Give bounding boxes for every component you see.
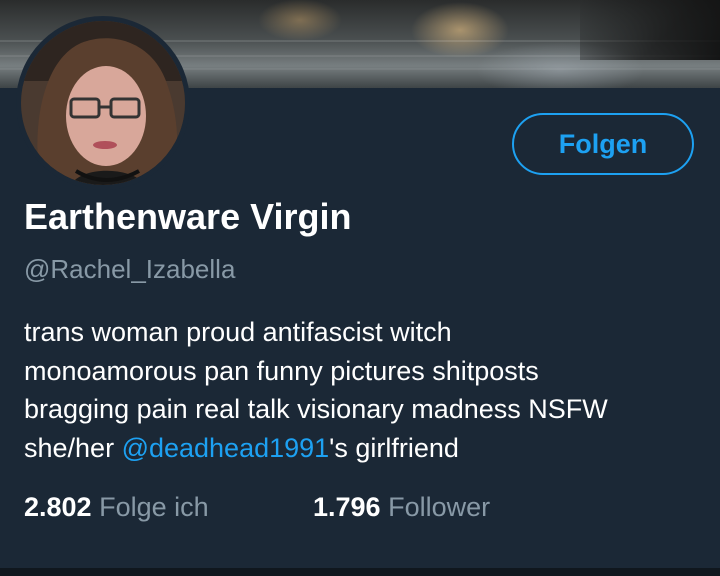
mention-link[interactable]: @deadhead1991 (122, 433, 330, 463)
profile-bio: trans woman proud antifascist witch mono… (24, 313, 704, 467)
avatar-border (16, 16, 190, 190)
avatar[interactable] (21, 21, 185, 185)
bio-line: bragging pain real talk visionary madnes… (24, 394, 608, 424)
following-label: Folge ich (99, 492, 209, 522)
bio-line: trans woman proud antifascist witch (24, 317, 452, 347)
username-handle: @Rachel_Izabella (24, 254, 236, 284)
following-count: 2.802 (24, 492, 92, 522)
bio-text: 's girlfriend (329, 432, 459, 463)
bio-line: she/her @deadhead1991's girlfriend (24, 429, 704, 468)
display-name: Earthenware Virgin (24, 196, 352, 237)
follow-button[interactable]: Folgen (512, 113, 694, 175)
bio-line: monoamorous pan funny pictures shitposts (24, 355, 539, 386)
followers-count: 1.796 (313, 492, 381, 522)
following-link[interactable]: 2.802 Folge ich (24, 492, 209, 523)
bio-text: she/her (24, 432, 122, 463)
followers-link[interactable]: 1.796 Follower (313, 492, 490, 523)
followers-label: Follower (388, 492, 491, 522)
section-divider (0, 568, 720, 576)
avatar-photo-icon (21, 21, 185, 185)
